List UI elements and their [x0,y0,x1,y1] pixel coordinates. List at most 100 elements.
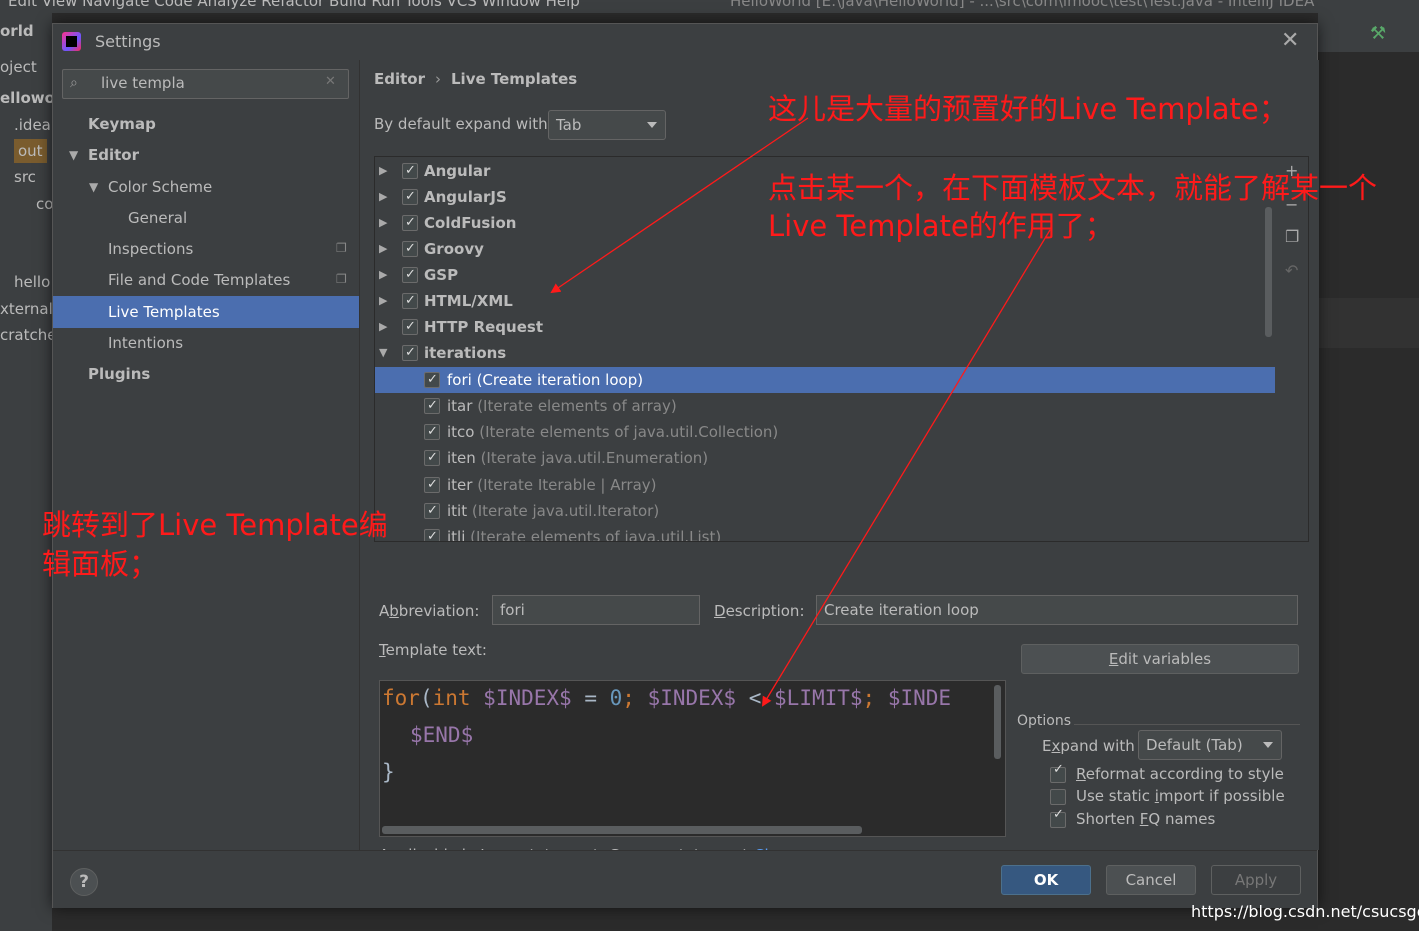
template-group-row[interactable]: ▼ iterations [375,340,1275,366]
expand-right-icon[interactable]: ▶ [379,158,387,184]
ok-button[interactable]: OK [1001,865,1091,895]
group-name: HTTP Request [424,318,543,336]
sidebar-item-plugins[interactable]: Plugins [88,359,150,389]
template-checkbox[interactable] [424,393,440,419]
default-expand-label: By default expand with [374,115,548,133]
shorten-fq-checkbox[interactable] [1050,807,1066,828]
sidebar-item-general[interactable]: General [128,203,187,233]
copy-icon[interactable]: ❐ [1285,227,1299,246]
group-name: iterations [424,344,507,362]
tree-toolbar: + − ❐ ↶ [1277,157,1308,541]
project-item[interactable]: out [14,139,47,163]
description-input[interactable]: Create iteration loop [816,595,1298,625]
template-row[interactable]: iter (Iterate Iterable | Array) [375,472,1275,498]
group-name: Angular [424,162,491,180]
sidebar-item-file-and-code-templates[interactable]: File and Code Templates [108,265,290,295]
expand-right-icon[interactable]: ▶ [379,184,387,210]
template-checkbox[interactable] [424,524,440,541]
group-checkbox[interactable] [402,262,418,288]
group-name: ColdFusion [424,214,517,232]
expand-right-icon[interactable]: ▶ [379,262,387,288]
sidebar-item-intentions[interactable]: Intentions [108,328,183,358]
expand-right-icon[interactable]: ▶ [379,210,387,236]
code-vscrollbar[interactable] [994,685,1001,759]
cancel-button[interactable]: Cancel [1106,865,1196,895]
sidebar-item-editor[interactable]: Editor [88,140,139,170]
breadcrumb-separator: › [435,70,441,88]
project-scope-icon: ❐ [336,241,347,255]
restore-icon[interactable]: ↶ [1285,261,1298,280]
description-label: Description: [714,602,805,620]
group-checkbox[interactable] [402,184,418,210]
code-hscrollbar[interactable] [382,826,862,834]
project-item[interactable]: .idea [14,113,51,137]
dialog-title: Settings [95,32,161,51]
ide-editor-area: ⚒ [1318,13,1419,931]
static-import-checkbox[interactable] [1050,789,1066,805]
expand-down-icon[interactable]: ▼ [69,148,78,162]
template-group-row[interactable]: ▶ GSP [375,262,1275,288]
breadcrumb-parent[interactable]: Editor [374,70,425,88]
expand-with-label: Expand with [1042,737,1135,755]
template-group-row[interactable]: ▶ HTTP Request [375,314,1275,340]
default-expand-select[interactable]: Tab [548,110,666,140]
group-checkbox[interactable] [402,158,418,184]
sidebar-item-color-scheme[interactable]: Color Scheme [108,172,212,202]
group-name: GSP [424,266,459,284]
template-row[interactable]: itco (Iterate elements of java.util.Coll… [375,419,1275,445]
settings-sidebar: ⌕ live templa ✕ Keymap ▼ Editor ▼ Color … [53,60,359,850]
expand-down-icon[interactable]: ▼ [379,340,387,366]
project-item[interactable]: co [36,192,52,216]
template-checkbox[interactable] [424,419,440,445]
template-abbr: iter [447,476,473,494]
settings-search-input[interactable]: ⌕ live templa ✕ [62,69,349,99]
template-row[interactable]: itar (Iterate elements of array) [375,393,1275,419]
tree-scrollbar[interactable] [1265,207,1272,337]
template-checkbox[interactable] [424,498,440,524]
expand-right-icon[interactable]: ▶ [379,236,387,262]
clear-search-icon[interactable]: ✕ [325,74,336,89]
search-icon: ⌕ [70,75,78,91]
project-item[interactable]: orld [0,19,34,43]
group-checkbox[interactable] [402,288,418,314]
template-row[interactable]: itit (Iterate java.util.Iterator) [375,498,1275,524]
close-icon[interactable]: ✕ [1281,28,1299,53]
template-checkbox[interactable] [424,367,440,393]
reformat-checkbox[interactable] [1050,762,1066,783]
edit-variables-button[interactable]: Edit variables [1021,644,1299,674]
template-desc: (Iterate elements of java.util.List) [470,528,722,541]
template-desc: (Iterate java.util.Iterator) [471,502,660,520]
project-item[interactable]: hello [14,270,50,294]
template-group-row[interactable]: ▶ HTML/XML [375,288,1275,314]
project-item[interactable]: src [14,165,36,189]
project-item[interactable]: oject [0,55,37,79]
group-checkbox[interactable] [402,340,418,366]
expand-right-icon[interactable]: ▶ [379,314,387,340]
template-desc: (Iterate elements of java.util.Collectio… [479,423,779,441]
hammer-icon[interactable]: ⚒ [1370,23,1386,44]
template-row[interactable]: itli (Iterate elements of java.util.List… [375,524,1275,541]
project-item[interactable]: ellowo [0,86,52,110]
project-item[interactable]: cratche [0,323,52,347]
sidebar-item-keymap[interactable]: Keymap [88,109,156,139]
group-checkbox[interactable] [402,236,418,262]
group-checkbox[interactable] [402,314,418,340]
template-row[interactable]: fori (Create iteration loop) [375,367,1275,393]
breadcrumb-current: Live Templates [451,70,578,88]
expand-down-icon[interactable]: ▼ [89,180,98,194]
template-text-editor[interactable]: for(int $INDEX$ = 0; $INDEX$ < $LIMIT$; … [379,680,1006,837]
project-item[interactable]: xternal [0,297,52,321]
template-row[interactable]: iten (Iterate java.util.Enumeration) [375,445,1275,471]
help-button[interactable]: ? [70,868,98,896]
expand-with-select[interactable]: Default (Tab) [1138,730,1282,760]
template-checkbox[interactable] [424,445,440,471]
expand-right-icon[interactable]: ▶ [379,288,387,314]
abbreviation-input[interactable]: fori [492,595,700,625]
apply-button[interactable]: Apply [1211,865,1301,895]
group-name: HTML/XML [424,292,513,310]
search-value[interactable]: live templa [101,74,185,92]
template-checkbox[interactable] [424,472,440,498]
sidebar-item-live-templates[interactable]: Live Templates [53,296,359,328]
sidebar-item-inspections[interactable]: Inspections [108,234,193,264]
group-checkbox[interactable] [402,210,418,236]
